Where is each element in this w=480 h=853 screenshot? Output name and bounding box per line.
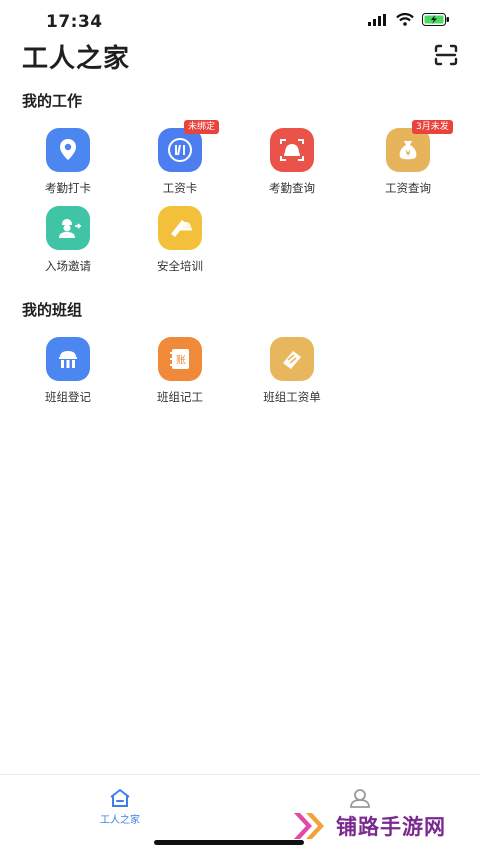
grid-item-label: 工资卡 xyxy=(162,181,198,195)
status-time: 17:34 xyxy=(46,12,103,32)
money-bag-icon: ¥ xyxy=(386,128,430,172)
svg-text:¥: ¥ xyxy=(405,149,410,158)
header: 工人之家 xyxy=(0,36,480,76)
section-title-my-team: 我的班组 xyxy=(22,301,83,319)
grid-item-label: 安全培训 xyxy=(157,259,203,273)
ledger-book-icon: 账 xyxy=(158,337,202,381)
status-bar: 17:34 xyxy=(0,0,480,40)
grid-item-team-register[interactable]: 班组登记 xyxy=(22,337,112,417)
grid-item-label: 工资查询 xyxy=(385,181,431,195)
scan-icon[interactable] xyxy=(434,44,458,66)
bank-card-icon xyxy=(158,128,202,172)
tab-label: 工人之家 xyxy=(100,815,140,826)
wifi-icon xyxy=(396,13,414,26)
grid-item-salary-card[interactable]: 未绑定 工资卡 xyxy=(134,120,224,208)
battery-charging-icon xyxy=(422,13,449,26)
grid-item-label: 入场邀请 xyxy=(45,259,91,273)
grid-item-attendance-clock-in[interactable]: 考勤打卡 xyxy=(22,128,112,208)
grid-item-label: 考勤查询 xyxy=(269,181,315,195)
home-icon xyxy=(110,789,130,807)
location-pin-icon xyxy=(46,128,90,172)
grid-item-salary-query[interactable]: ¥ 3月未发 工资查询 xyxy=(362,120,453,208)
grid-item-label: 班组记工 xyxy=(157,390,203,404)
team-building-icon xyxy=(46,337,90,381)
status-badge-unpaid: 3月未发 xyxy=(412,120,453,134)
grid-item-team-work-record[interactable]: 账 班组记工 xyxy=(134,337,224,417)
grid-item-label: 班组工资单 xyxy=(263,390,321,404)
home-indicator xyxy=(154,840,304,845)
worker-invite-icon xyxy=(46,206,90,250)
grid-item-attendance-query[interactable]: 考勤查询 xyxy=(246,128,336,208)
payslip-icon xyxy=(270,337,314,381)
grid-item-label: 班组登记 xyxy=(45,390,91,404)
status-icons xyxy=(368,13,450,26)
watermark: 铺路手游网 xyxy=(292,806,472,846)
grid-item-label: 考勤打卡 xyxy=(45,181,91,195)
watermark-logo-icon xyxy=(294,813,324,839)
tab-workers-home[interactable]: 工人之家 xyxy=(80,781,160,831)
signal-icon xyxy=(368,13,386,26)
svg-text:账: 账 xyxy=(176,355,186,367)
safety-training-icon xyxy=(158,206,202,250)
grid-item-entry-invite[interactable]: 入场邀请 xyxy=(22,206,112,286)
grid-item-team-payslip[interactable]: 班组工资单 xyxy=(246,337,336,417)
helmet-scan-icon xyxy=(270,128,314,172)
section-title-my-work: 我的工作 xyxy=(22,92,83,110)
status-badge-unbound: 未绑定 xyxy=(184,120,220,134)
grid-item-safety-training[interactable]: 安全培训 xyxy=(134,206,224,286)
page-title: 工人之家 xyxy=(22,44,131,74)
watermark-text: 铺路手游网 xyxy=(336,815,446,839)
